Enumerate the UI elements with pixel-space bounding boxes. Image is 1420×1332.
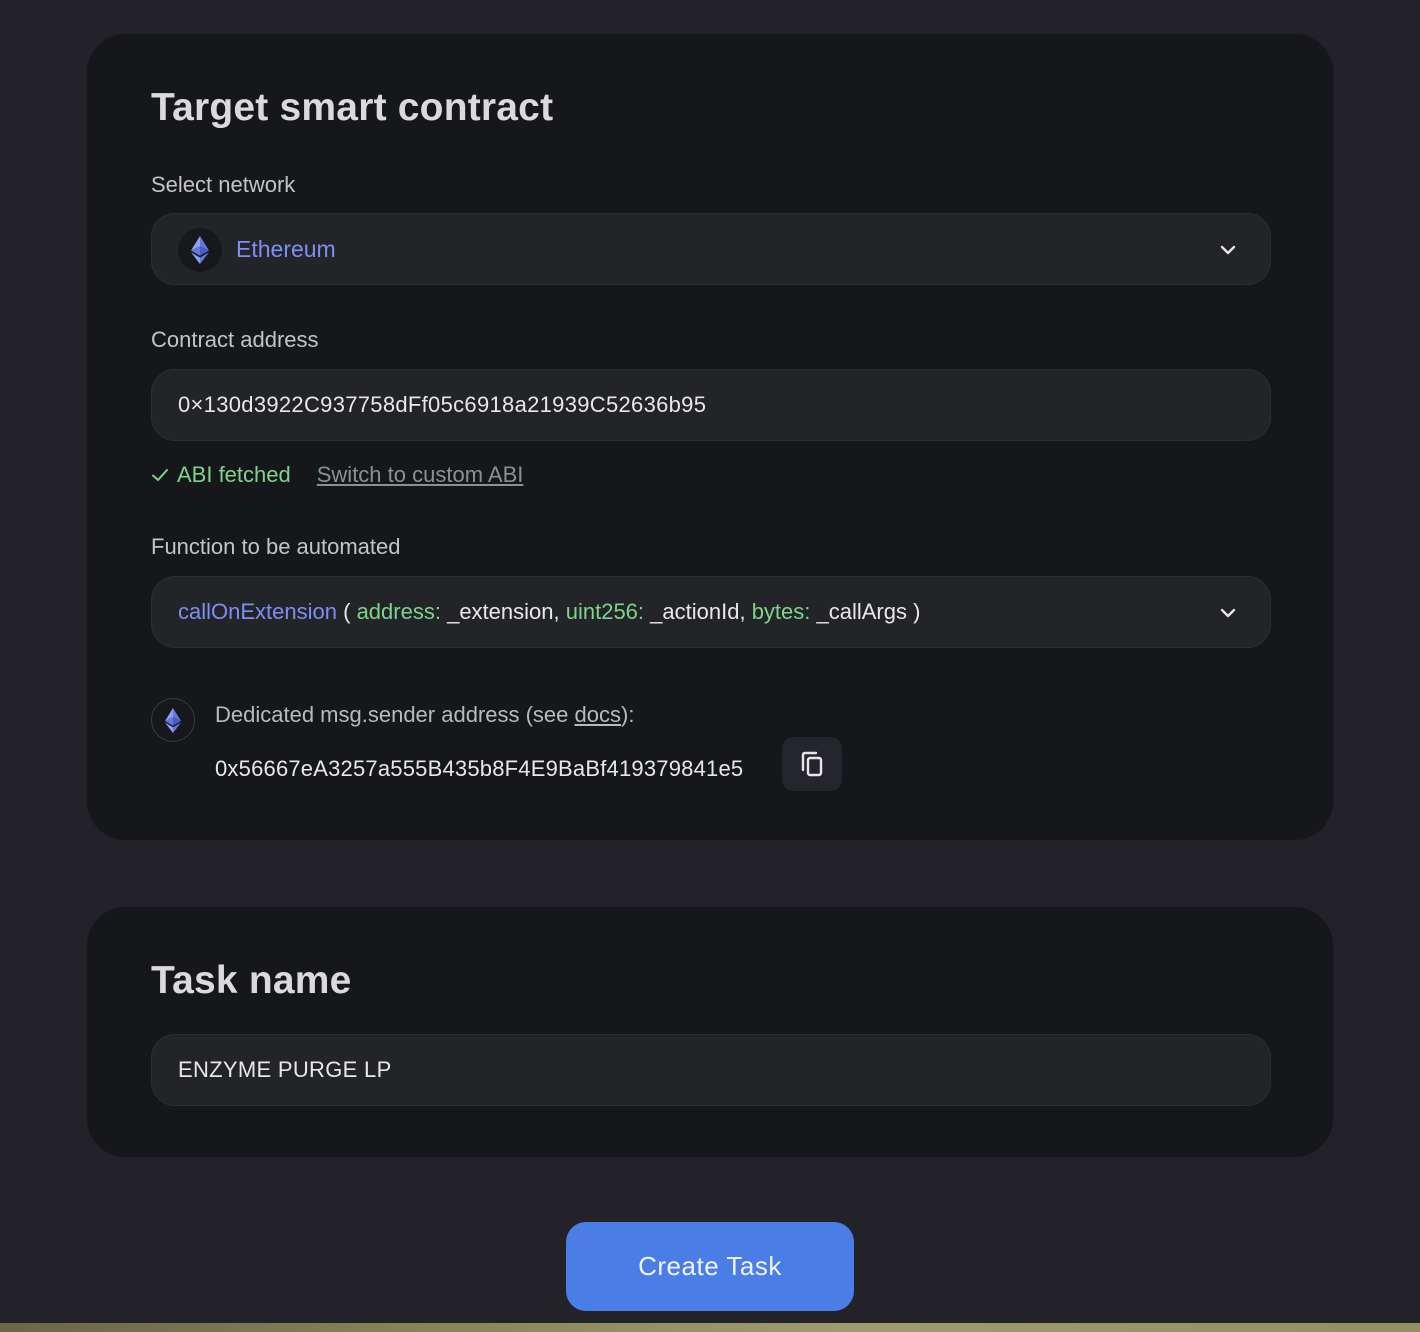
- sender-text-suffix: ):: [621, 702, 635, 727]
- task-name-input[interactable]: ENZYME PURGE LP: [151, 1034, 1271, 1106]
- chevron-down-icon: [1220, 608, 1236, 618]
- sender-text-prefix: Dedicated msg.sender address (see: [215, 702, 575, 727]
- param-type: uint256:: [565, 599, 645, 624]
- contract-address-input[interactable]: 0×130d3922C937758dFf05c6918a21939C52636b…: [151, 369, 1271, 441]
- address-label: Contract address: [151, 327, 319, 352]
- param-type: address:: [356, 599, 441, 624]
- switch-custom-abi-link[interactable]: Switch to custom ABI: [317, 462, 524, 488]
- sender-address: 0x56667eA3257a555B435b8F4E9BaBf419379841…: [215, 756, 744, 781]
- network-select[interactable]: Ethereum: [151, 213, 1271, 285]
- check-icon: [152, 469, 168, 481]
- param-name: _actionId,: [650, 599, 746, 624]
- abi-status-text: ABI fetched: [177, 462, 291, 487]
- contract-address-value: 0×130d3922C937758dFf05c6918a21939C52636b…: [178, 392, 707, 417]
- param-type: bytes:: [751, 599, 811, 624]
- section-title: Task name: [151, 959, 352, 1002]
- network-label: Select network: [151, 172, 296, 197]
- sender-description: Dedicated msg.sender address (see docs):: [215, 702, 634, 728]
- function-name: callOnExtension: [178, 599, 337, 624]
- open-paren: (: [343, 599, 351, 624]
- abi-status: ABI fetched: [151, 462, 291, 488]
- ethereum-icon: [178, 228, 222, 272]
- param-name: _extension,: [447, 599, 560, 624]
- function-label: Function to be automated: [151, 534, 401, 559]
- task-name-card: Task name ENZYME PURGE LP: [86, 906, 1334, 1158]
- create-task-button[interactable]: Create Task: [566, 1222, 854, 1311]
- function-signature: callOnExtension ( address: _extension, u…: [178, 599, 920, 625]
- copy-icon: [801, 751, 823, 777]
- section-title: Target smart contract: [151, 86, 554, 129]
- chevron-down-icon: [1220, 245, 1236, 255]
- docs-link[interactable]: docs: [575, 702, 621, 727]
- param-name: _callArgs: [816, 599, 907, 624]
- close-paren: ): [913, 599, 921, 624]
- network-name: Ethereum: [236, 236, 336, 262]
- copy-address-button[interactable]: [782, 737, 842, 791]
- abi-status-row: ABI fetched Switch to custom ABI: [151, 462, 523, 488]
- task-name-value: ENZYME PURGE LP: [178, 1057, 392, 1082]
- function-select[interactable]: callOnExtension ( address: _extension, u…: [151, 576, 1271, 648]
- bottom-edge-strip: [0, 1323, 1420, 1332]
- ethereum-icon: [151, 698, 195, 742]
- target-contract-card: Target smart contract Select network Eth…: [86, 33, 1334, 841]
